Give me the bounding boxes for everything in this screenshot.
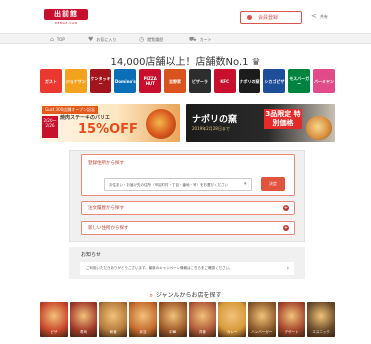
brand-logo[interactable]: ナポリの窯 <box>238 69 261 93</box>
nav-item-top[interactable]: ⌂ TOP <box>50 35 65 44</box>
home-icon: ⌂ <box>50 36 54 43</box>
site-header: 出前館 DEMAE-CAN 会員登録 < 共有 <box>0 0 371 33</box>
genre-label: ハンバーガー <box>251 330 273 334</box>
nav-item-label: お気に入り <box>96 36 117 42</box>
user-icon <box>247 15 252 20</box>
chevron-right-icon: › <box>286 265 289 272</box>
genre-tile[interactable]: 中華 <box>158 302 187 337</box>
banner-brand: ナポリの窯 <box>192 115 238 125</box>
nav-item-cart[interactable]: ⛟ カート <box>189 35 212 44</box>
brand-logo[interactable]: ガスト <box>40 69 62 93</box>
address-search-panel: 登録住所から探す お住まい・お届け先の住所（市区町村・丁目・番地・号）をお選びく… <box>69 150 305 242</box>
site-logo[interactable]: 出前館 DEMAE-CAN <box>44 9 88 26</box>
promo-banner-gust[interactable]: Gust 300店舗オープン記念 2/20〜2/26 焼肉ステーキのバリエ 15… <box>40 104 180 142</box>
genre-tiles: ピザ 寿司 和食 弁当 中華 洋食 カレー ハンバーガー デザート エスニック <box>40 302 336 337</box>
genre-label: 洋食 <box>198 330 206 334</box>
genre-tile[interactable]: 和食 <box>99 302 128 337</box>
registered-address-box: 登録住所から探す お住まい・お届け先の住所（市区町村・丁目・番地・号）をお選びく… <box>81 154 295 196</box>
banner-tag: Gust 300店舗オープン記念 <box>42 106 98 114</box>
genre-tile[interactable]: 寿司 <box>69 302 98 337</box>
share-label: 共有 <box>319 13 328 19</box>
genre-tile[interactable]: 弁当 <box>129 302 157 337</box>
top-nav: ⌂ TOP ♥ お気に入り ◷ 閲覧履歴 ⛟ カート <box>0 33 371 44</box>
genre-tile[interactable]: デザート <box>277 302 306 337</box>
genre-label: 中華 <box>169 330 177 334</box>
nav-item-history[interactable]: ◷ 閲覧履歴 <box>139 35 163 44</box>
heart-icon: ♥ <box>88 36 94 43</box>
logo-subtext: DEMAE-CAN <box>54 21 78 25</box>
share-icon: < <box>311 12 317 20</box>
genre-label: ピザ <box>50 330 58 334</box>
expand-icon: + <box>283 205 289 211</box>
brand-logo[interactable]: ジョナサン <box>64 69 87 93</box>
banner-limited-badge: 3品限定 特別価格 <box>264 109 302 129</box>
order-history-label: 注文履歴から探す <box>88 206 124 211</box>
news-section: お知らせ ご利用いただきありがとうございます。最新のキャンペーン情報はこちらをご… <box>69 247 305 279</box>
brand-logo[interactable]: モスバーガー <box>288 69 311 93</box>
genre-label: 和食 <box>109 330 117 334</box>
signup-label: 会員登録 <box>258 15 279 21</box>
search-icon: ⌕ <box>149 292 153 299</box>
brand-logo[interactable]: ケンタッキー <box>89 69 112 93</box>
history-icon: ◷ <box>139 36 145 43</box>
brand-logo[interactable]: Domino's <box>114 69 137 93</box>
genre-label: 寿司 <box>80 330 88 334</box>
promo-banner-napoli[interactable]: ナポリの窯 2019年2月28日まで 3品限定 特別価格 <box>186 104 335 142</box>
banner-headline: 焼肉ステーキのバリエ <box>60 115 111 121</box>
cart-icon: ⛟ <box>189 35 197 43</box>
genre-section-title: ⌕ ジャンルからお店を探す <box>0 290 371 300</box>
news-title: お知らせ <box>81 252 101 258</box>
news-item[interactable]: ご利用いただきありがとうございます。最新のキャンペーン情報はこちらをご確認くださ… <box>80 262 294 275</box>
brand-logo[interactable]: PIZZA HUT <box>139 69 162 93</box>
order-history-search[interactable]: 注文履歴から探す + <box>81 201 295 215</box>
registered-address-label: 登録住所から探す <box>88 161 124 166</box>
genre-tile[interactable]: エスニック <box>307 302 336 337</box>
signup-button[interactable]: 会員登録 <box>240 11 302 24</box>
genre-tile[interactable]: ピザ <box>40 302 68 337</box>
new-address-label: 新しい住所から探す <box>88 226 129 231</box>
genre-label: デザート <box>284 330 299 334</box>
genre-title-text: ジャンルからお店を探す <box>155 292 222 299</box>
brand-logo[interactable]: KFC <box>213 69 236 93</box>
brand-logo-row: ガスト ジョナサン ケンタッキー Domino's PIZZA HUT 吉野家 ピザーラ KF… <box>40 69 335 93</box>
genre-label: エスニック <box>312 330 330 334</box>
brand-logo[interactable]: シカゴピザ <box>263 69 286 93</box>
new-address-search[interactable]: 新しい住所から探す + <box>81 221 295 235</box>
hero-title: 14,000店舗以上！店舗数No.1 ♛ <box>0 53 371 68</box>
hero-title-text: 14,000店舗以上！店舗数No.1 <box>110 57 249 68</box>
nav-item-label: TOP <box>56 37 65 42</box>
brand-logo[interactable]: ピザーラ <box>188 69 211 93</box>
nav-item-label: カート <box>199 36 212 42</box>
genre-tile[interactable]: 洋食 <box>188 302 217 337</box>
pizza-image <box>306 116 332 140</box>
expand-icon: + <box>283 225 289 231</box>
crown-icon: ♛ <box>251 57 261 68</box>
address-select[interactable]: お住まい・お届け先の住所（市区町村・丁目・番地・号）をお選びください <box>104 178 252 191</box>
nav-item-label: 閲覧履歴 <box>147 36 164 42</box>
genre-label: 弁当 <box>139 330 147 334</box>
share-button[interactable]: < 共有 <box>311 13 328 20</box>
banner-period: 2019年2月28日まで <box>192 126 230 131</box>
banner-discount: 15%OFF <box>78 122 138 137</box>
banner-date: 2/20〜2/26 <box>42 116 58 138</box>
confirm-address-button[interactable]: 決定 <box>261 177 285 191</box>
promo-banners: Gust 300店舗オープン記念 2/20〜2/26 焼肉ステーキのバリエ 15… <box>40 104 335 142</box>
brand-logo[interactable]: 吉野家 <box>164 69 186 93</box>
genre-tile[interactable]: ハンバーガー <box>247 302 276 337</box>
brand-logo[interactable]: バーミヤン <box>313 69 335 93</box>
genre-label: カレー <box>226 330 238 334</box>
food-image <box>146 109 176 139</box>
nav-item-favorites[interactable]: ♥ お気に入り <box>88 35 116 44</box>
genre-tile[interactable]: カレー <box>218 302 246 337</box>
news-item-text: ご利用いただきありがとうございます。最新のキャンペーン情報はこちらをご確認くださ… <box>86 266 233 270</box>
logo-text: 出前館 <box>44 9 88 20</box>
